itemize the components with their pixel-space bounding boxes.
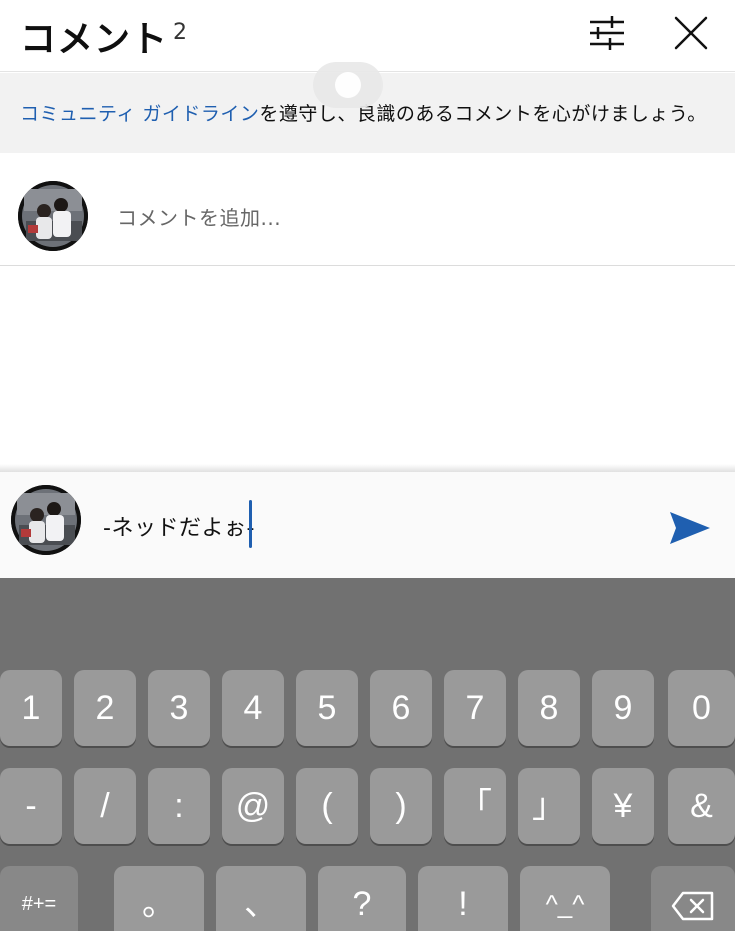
avatar — [11, 485, 81, 555]
sliders-icon — [590, 16, 624, 50]
add-comment-row[interactable]: コメントを追加... — [0, 153, 735, 266]
add-comment-input[interactable]: コメントを追加... — [117, 202, 281, 231]
key[interactable]: 。 — [114, 866, 204, 931]
key[interactable]: - — [0, 768, 62, 844]
key[interactable]: 5 — [296, 670, 358, 746]
comment-input[interactable]: -ネッドだよぉ- — [103, 510, 255, 542]
backspace-key[interactable] — [651, 866, 735, 931]
key[interactable]: : — [148, 768, 210, 844]
key[interactable]: ( — [296, 768, 358, 844]
key[interactable]: 8 — [518, 670, 580, 746]
close-icon — [674, 16, 708, 50]
key[interactable]: 9 — [592, 670, 654, 746]
key[interactable]: ) — [370, 768, 432, 844]
key[interactable]: 」 — [518, 768, 580, 844]
comment-count: 2 — [173, 20, 187, 45]
send-icon — [670, 512, 710, 544]
key[interactable]: 2 — [74, 670, 136, 746]
compose-row: -ネッドだよぉ- — [0, 472, 735, 578]
key[interactable]: ! — [418, 866, 508, 931]
key[interactable]: ¥ — [592, 768, 654, 844]
key[interactable]: / — [74, 768, 136, 844]
comments-sheet: コメント 2 コミュニティ ガイドラインを遵守し、良識のあるコメントを心がけまし… — [0, 0, 735, 931]
key[interactable]: ? — [318, 866, 406, 931]
key[interactable]: 1 — [0, 670, 62, 746]
key[interactable]: 「 — [444, 768, 506, 844]
key[interactable]: & — [668, 768, 735, 844]
close-button[interactable] — [668, 10, 714, 56]
key[interactable]: 7 — [444, 670, 506, 746]
backspace-icon — [671, 891, 714, 921]
key[interactable]: 6 — [370, 670, 432, 746]
keyboard: 1 2 3 4 5 6 7 8 9 0 - / : @ ( ) 「 」 ¥ & … — [0, 578, 735, 931]
key[interactable]: 3 — [148, 670, 210, 746]
page-title: コメント — [20, 19, 169, 60]
key[interactable]: ^_^ — [520, 866, 610, 931]
key[interactable]: 0 — [668, 670, 735, 746]
text-caret — [249, 500, 252, 548]
key[interactable]: 、 — [216, 866, 306, 931]
key[interactable]: @ — [222, 768, 284, 844]
filter-button[interactable] — [584, 10, 630, 56]
drag-handle[interactable] — [313, 62, 383, 108]
avatar — [18, 181, 88, 251]
send-button[interactable] — [668, 510, 712, 546]
key[interactable]: 4 — [222, 670, 284, 746]
comments-header: コメント 2 — [0, 0, 735, 72]
symbols-toggle-key[interactable]: #+= — [0, 866, 78, 931]
community-guidelines-link[interactable]: コミュニティ ガイドライン — [20, 103, 259, 125]
